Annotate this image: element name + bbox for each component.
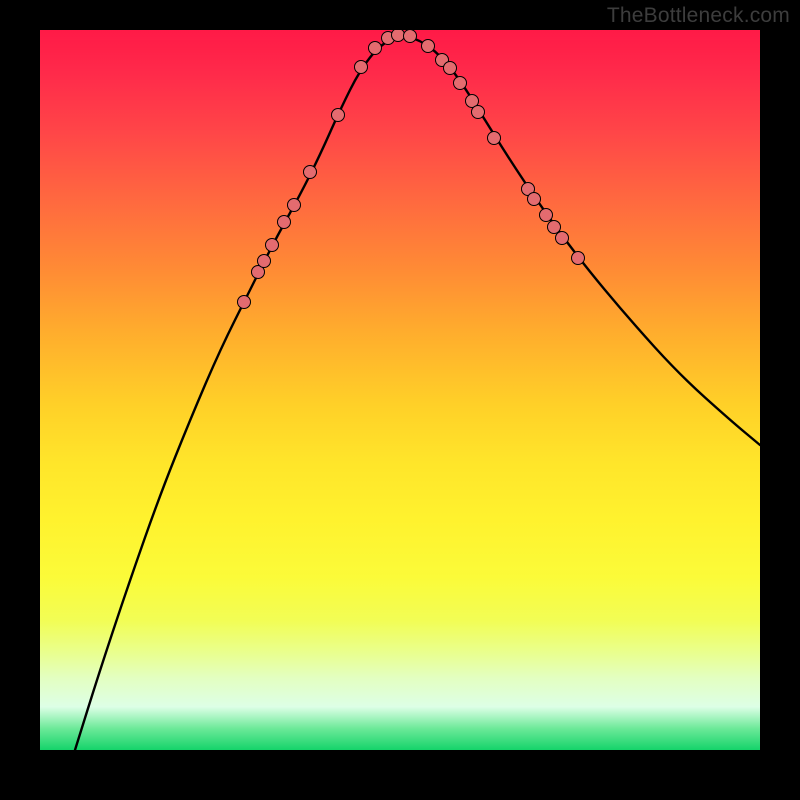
marker-dot bbox=[422, 40, 435, 53]
marker-dot bbox=[266, 239, 279, 252]
marker-dot bbox=[369, 42, 382, 55]
marker-dot bbox=[288, 199, 301, 212]
marker-dot bbox=[444, 62, 457, 75]
chart-frame: TheBottleneck.com bbox=[0, 0, 800, 800]
marker-dot bbox=[572, 252, 585, 265]
watermark-text: TheBottleneck.com bbox=[607, 4, 790, 28]
marker-dot bbox=[392, 30, 405, 42]
curve-layer bbox=[40, 30, 760, 750]
marker-dot bbox=[528, 193, 541, 206]
plot-area bbox=[40, 30, 760, 750]
marker-dot bbox=[278, 216, 291, 229]
marker-dot bbox=[548, 221, 561, 234]
marker-dot bbox=[454, 77, 467, 90]
marker-dot bbox=[258, 255, 271, 268]
bottleneck-curve bbox=[75, 37, 760, 750]
marker-dot bbox=[238, 296, 251, 309]
curve-markers bbox=[238, 30, 585, 309]
marker-dot bbox=[556, 232, 569, 245]
marker-dot bbox=[332, 109, 345, 122]
marker-dot bbox=[472, 106, 485, 119]
marker-dot bbox=[355, 61, 368, 74]
marker-dot bbox=[404, 30, 417, 43]
marker-dot bbox=[540, 209, 553, 222]
marker-dot bbox=[488, 132, 501, 145]
marker-dot bbox=[304, 166, 317, 179]
